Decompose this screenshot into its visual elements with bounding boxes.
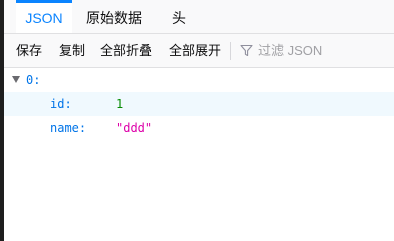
json-tree: 0: id: 1 name: "ddd" [4, 68, 394, 140]
expand-all-button[interactable]: 全部展开 [169, 34, 221, 67]
tree-value-number: 1 [116, 97, 124, 111]
viewer-tab-bar: JSON 原始数据 头 [4, 0, 394, 34]
tree-key: id: [50, 97, 72, 111]
tree-row[interactable]: id: 1 [4, 92, 394, 116]
filter-icon [240, 44, 253, 57]
tree-key: 0: [26, 73, 41, 87]
window-edge [0, 0, 4, 241]
collapse-all-button[interactable]: 全部折叠 [100, 34, 152, 67]
tree-key: name: [50, 121, 87, 135]
toolbar-divider [230, 42, 231, 60]
tab-headers[interactable]: 头 [170, 0, 188, 33]
save-button[interactable]: 保存 [16, 34, 42, 67]
json-toolbar: 保存 复制 全部折叠 全部展开 [4, 34, 394, 68]
copy-button[interactable]: 复制 [59, 34, 85, 67]
tree-row-root[interactable]: 0: [4, 68, 394, 92]
filter-json-input[interactable] [258, 34, 394, 67]
tab-json[interactable]: JSON [16, 0, 72, 33]
expand-toggle-icon[interactable] [12, 76, 20, 83]
tab-raw-data[interactable]: 原始数据 [84, 0, 144, 33]
tree-row[interactable]: name: "ddd" [4, 116, 394, 140]
tree-value-string: "ddd" [116, 121, 153, 135]
